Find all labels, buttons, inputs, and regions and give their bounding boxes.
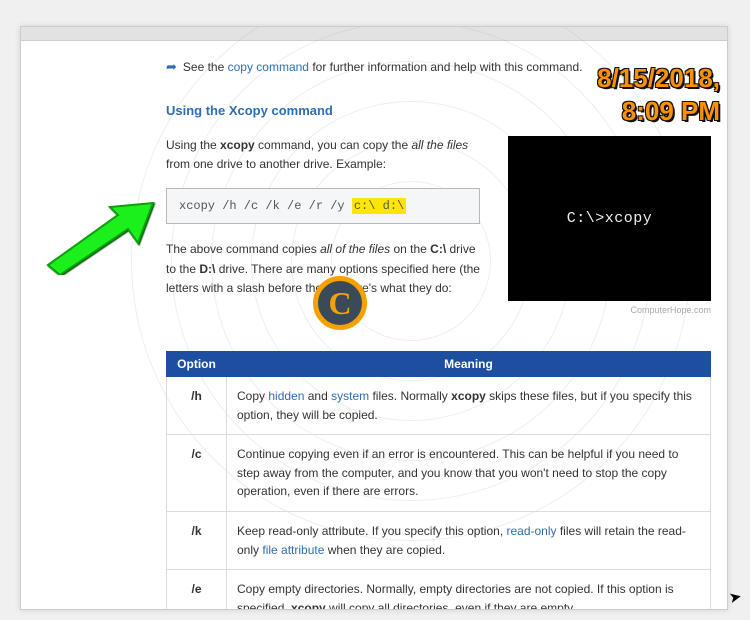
options-table: Option Meaning /h Copy hidden and system…	[166, 351, 711, 610]
explanation-paragraph: The above command copies all of the file…	[166, 240, 480, 298]
text: Copy	[237, 389, 268, 403]
text: Using the	[166, 138, 220, 152]
see-also-row: ➦ See the copy command for further infor…	[166, 59, 711, 75]
table-row: /k Keep read-only attribute. If you spec…	[167, 511, 711, 569]
bold-text: xcopy	[451, 389, 486, 403]
text: on the	[390, 242, 430, 256]
option-cell: /k	[167, 511, 227, 569]
bold-text: D:\	[199, 262, 215, 276]
terminal-screenshot: C:\>xcopy	[508, 136, 711, 301]
right-column: C:\>xcopy ComputerHope.com	[508, 136, 711, 315]
italic-text: all the files	[411, 138, 468, 152]
th-meaning: Meaning	[227, 352, 711, 377]
option-cell: /e	[167, 570, 227, 610]
hidden-link[interactable]: hidden	[268, 389, 304, 403]
text: and	[304, 389, 331, 403]
table-row: /c Continue copying even if an error is …	[167, 435, 711, 512]
th-option: Option	[167, 352, 227, 377]
copy-command-link[interactable]: copy command	[228, 60, 309, 74]
table-row: /e Copy empty directories. Normally, emp…	[167, 570, 711, 610]
meaning-cell: Continue copying even if an error is enc…	[227, 435, 711, 512]
terminal-text: C:\>xcopy	[567, 210, 653, 227]
section-heading: Using the Xcopy command	[166, 103, 711, 118]
bold-text: xcopy	[291, 601, 326, 610]
text: for further information and help with th…	[309, 60, 582, 74]
text: Using the Xcopy	[166, 103, 271, 118]
text: See the	[183, 60, 228, 74]
highlighted-code: c:\ d:\	[352, 198, 406, 214]
text: Keep read-only attribute. If you specify…	[237, 524, 506, 538]
bold-text: C:\	[430, 242, 446, 256]
option-cell: /h	[167, 377, 227, 435]
text: The above command copies	[166, 242, 320, 256]
text: files. Normally	[369, 389, 451, 403]
system-link[interactable]: system	[331, 389, 369, 403]
see-also-text: See the copy command for further informa…	[183, 60, 583, 74]
text: will copy all directories, even if they …	[326, 601, 576, 610]
arrow-right-icon: ➦	[166, 59, 177, 75]
meaning-cell: Copy hidden and system files. Normally x…	[227, 377, 711, 435]
two-column-layout: Using the xcopy command, you can copy th…	[166, 136, 711, 315]
table-header-row: Option Meaning	[167, 352, 711, 377]
text: from one drive to another drive. Example…	[166, 157, 386, 171]
page-content: ➦ See the copy command for further infor…	[21, 41, 727, 610]
option-cell: /c	[167, 435, 227, 512]
text: command, you can copy the	[255, 138, 412, 152]
readonly-link[interactable]: read-only	[506, 524, 556, 538]
code-text: xcopy /h /c /k /e /r /y	[179, 199, 352, 213]
window-toolbar	[21, 27, 727, 41]
image-credit: ComputerHope.com	[508, 305, 711, 315]
code-example-box: xcopy /h /c /k /e /r /y c:\ d:\	[166, 188, 480, 224]
meaning-cell: Keep read-only attribute. If you specify…	[227, 511, 711, 569]
xcopy-bold: xcopy	[220, 138, 255, 152]
window-frame: ➦ See the copy command for further infor…	[20, 26, 728, 610]
meaning-cell: Copy empty directories. Normally, empty …	[227, 570, 711, 610]
left-column: Using the xcopy command, you can copy th…	[166, 136, 480, 298]
text: when they are copied.	[324, 543, 445, 557]
mouse-cursor-icon: ➤	[728, 587, 744, 607]
intro-paragraph: Using the xcopy command, you can copy th…	[166, 136, 480, 174]
italic-text: all of the files	[320, 242, 390, 256]
table-row: /h Copy hidden and system files. Normall…	[167, 377, 711, 435]
command-link[interactable]: command	[271, 103, 332, 118]
file-attribute-link[interactable]: file attribute	[262, 543, 324, 557]
